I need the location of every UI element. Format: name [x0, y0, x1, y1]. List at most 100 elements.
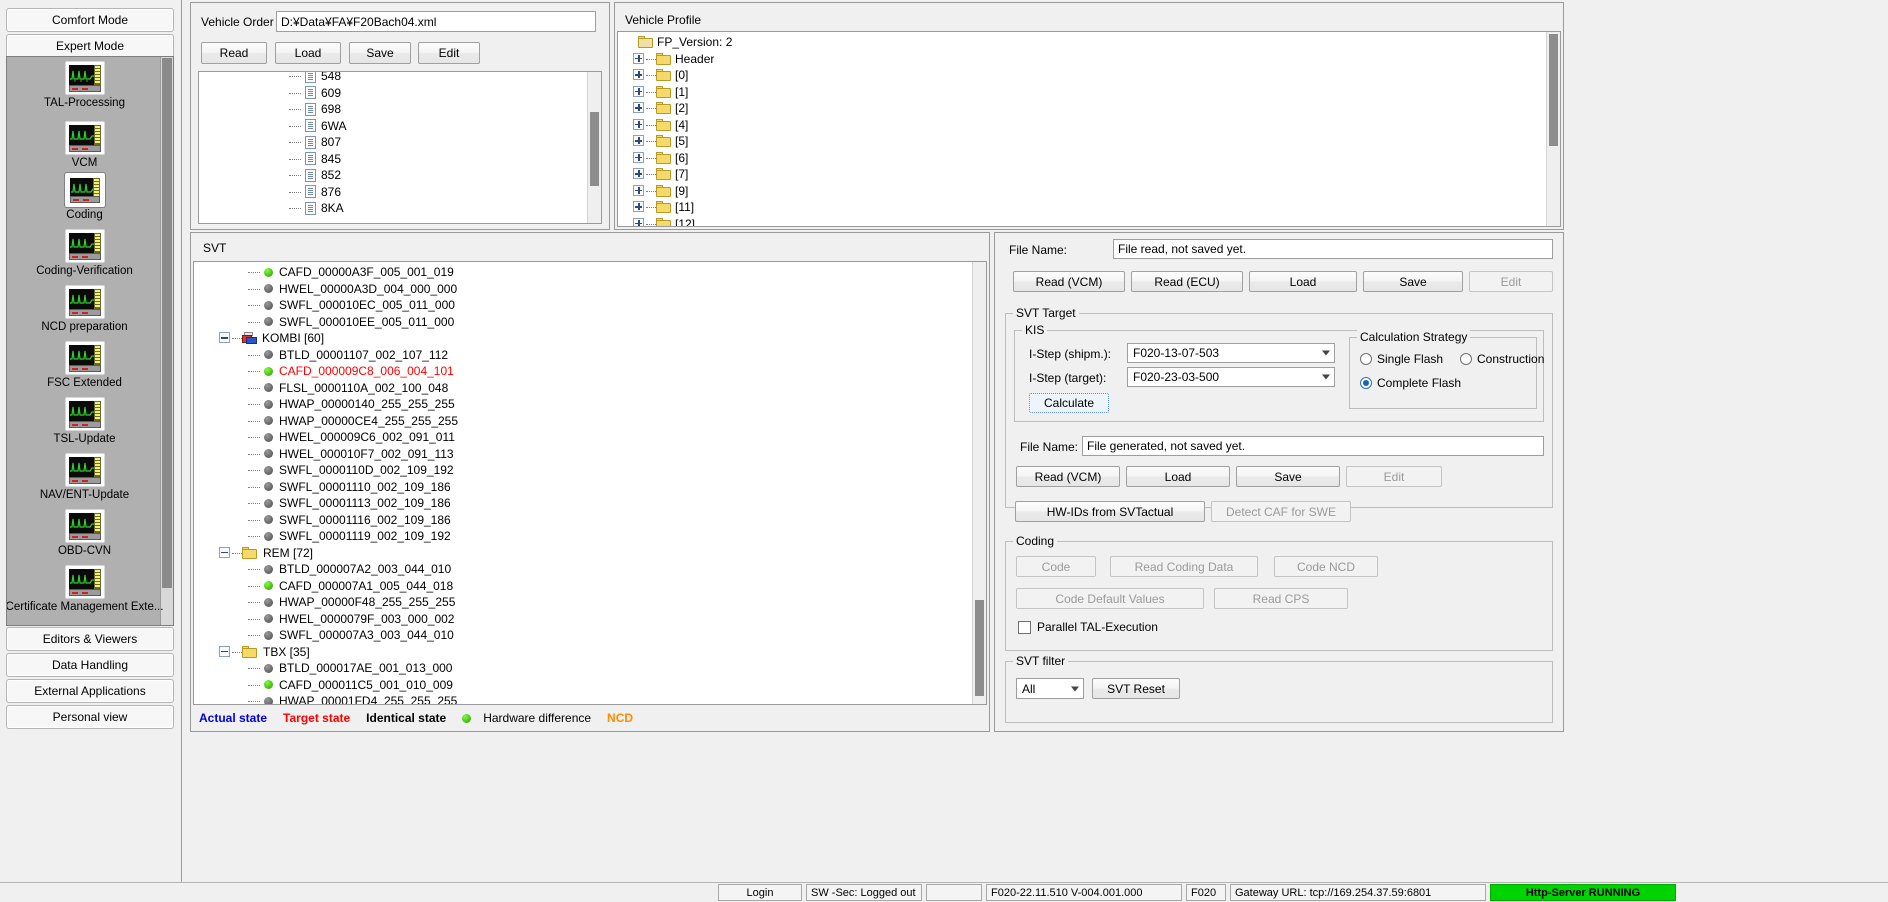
svt-tree-row[interactable]: KOMBI [60] — [218, 330, 458, 347]
svt-tree-row[interactable]: SWFL_00001116_002_109_186 — [218, 512, 458, 529]
svt-tree-row[interactable]: HWAP_00000F48_255_255_255 — [218, 594, 458, 611]
svt-tree-row[interactable]: TBX [35] — [218, 644, 458, 661]
vehicle-order-item[interactable]: 548 — [289, 72, 347, 85]
sidebar-footer-data-handling[interactable]: Data Handling — [6, 653, 174, 677]
svt-tree-row[interactable]: SWFL_00001119_002_109_192 — [218, 528, 458, 545]
svt-tree-row[interactable]: BTLD_000017AE_001_013_000 — [218, 660, 458, 677]
save-button-2[interactable]: Save — [1236, 466, 1340, 487]
istep-target-select[interactable]: F020-23-03-500 — [1127, 367, 1335, 387]
expand-toggle[interactable] — [632, 150, 646, 166]
radio-complete-flash[interactable]: Complete Flash — [1360, 376, 1461, 390]
sidebar-item-obd-cvn[interactable]: OBD-CVN — [7, 509, 162, 557]
sidebar-item-nav-ent-update[interactable]: NAV/ENT-Update — [7, 453, 162, 501]
edit-button-top[interactable]: Edit — [1469, 271, 1553, 292]
vehicle-profile-node[interactable]: [12] — [624, 216, 732, 226]
status-login[interactable]: Login — [718, 884, 802, 901]
svt-tree-row[interactable]: HWAP_00000140_255_255_255 — [218, 396, 458, 413]
vehicle-profile-node[interactable]: [1] — [624, 84, 732, 101]
svt-tree-row[interactable]: BTLD_000007A2_003_044_010 — [218, 561, 458, 578]
vehicle-profile-node[interactable]: [11] — [624, 199, 732, 216]
vehicle-profile-node[interactable]: Header — [624, 51, 732, 68]
expand-toggle[interactable] — [632, 100, 646, 116]
vehicle-profile-node[interactable]: [7] — [624, 166, 732, 183]
svt-tree-row[interactable]: HWAP_00001FD4_255_255_255 — [218, 693, 458, 704]
istep-shipm-select[interactable]: F020-13-07-503 — [1127, 343, 1335, 363]
code-default-values-button[interactable]: Code Default Values — [1016, 588, 1204, 609]
vehicle-order-item[interactable]: 6WA — [289, 118, 347, 135]
calculate-button[interactable]: Calculate — [1029, 393, 1109, 413]
svt-filter-select[interactable]: All — [1016, 678, 1084, 699]
sidebar-mode-comfort[interactable]: Comfort Mode — [6, 8, 174, 32]
sidebar-item-tsl-update[interactable]: TSL-Update — [7, 397, 162, 445]
vehicle-order-item[interactable]: 807 — [289, 134, 347, 151]
svt-tree-row[interactable]: BTLD_00001107_002_107_112 — [218, 347, 458, 364]
sidebar-footer-personal-view[interactable]: Personal view — [6, 705, 174, 729]
sidebar-mode-expert[interactable]: Expert Mode — [6, 34, 174, 58]
vehicle-profile-node[interactable]: [4] — [624, 117, 732, 134]
read-vcm-button-2[interactable]: Read (VCM) — [1016, 466, 1120, 487]
vehicle-order-path-input[interactable]: D:¥Data¥FA¥F20Bach04.xml — [276, 11, 596, 32]
sidebar-item-coding[interactable]: Coding — [7, 173, 162, 221]
sidebar-icon-list[interactable]: TAL-Processing VCM Coding Coding-Verific… — [6, 56, 174, 626]
svt-tree-row[interactable]: SWFL_00001110_002_109_186 — [218, 479, 458, 496]
read-cps-button[interactable]: Read CPS — [1214, 588, 1348, 609]
load-button-top[interactable]: Load — [1249, 271, 1357, 292]
vehicle-profile-node[interactable]: [9] — [624, 183, 732, 200]
vehicle-order-scrollbar[interactable] — [587, 72, 601, 223]
expand-toggle[interactable] — [632, 216, 646, 226]
sidebar-footer-external-applications[interactable]: External Applications — [6, 679, 174, 703]
sidebar-item-tal-processing[interactable]: TAL-Processing — [7, 61, 162, 109]
vehicle-order-list[interactable]: 548 609 698 6WA 807 845 852 876 8KA — [198, 71, 602, 224]
read-coding-data-button[interactable]: Read Coding Data — [1110, 556, 1258, 577]
vehicle-order-load-button[interactable]: Load — [275, 42, 341, 64]
detect-caf-for-swe-button[interactable]: Detect CAF for SWE — [1211, 501, 1351, 522]
expand-toggle[interactable] — [632, 84, 646, 100]
sidebar-item-ncd-preparation[interactable]: NCD preparation — [7, 285, 162, 333]
svt-tree-row[interactable]: SWFL_000010EC_005_011_000 — [218, 297, 458, 314]
expand-toggle[interactable] — [632, 133, 646, 149]
load-button-2[interactable]: Load — [1126, 466, 1230, 487]
expand-toggle[interactable] — [632, 117, 646, 133]
svt-tree-row[interactable]: CAFD_00000A3F_005_001_019 — [218, 264, 458, 281]
vehicle-order-read-button[interactable]: Read — [201, 42, 267, 64]
vehicle-order-save-button[interactable]: Save — [349, 42, 411, 64]
svt-tree-row[interactable]: SWFL_00001113_002_109_186 — [218, 495, 458, 512]
svt-tree-row[interactable]: HWEL_000009C6_002_091_011 — [218, 429, 458, 446]
collapse-toggle[interactable] — [218, 644, 232, 660]
sidebar-item-coding-verification[interactable]: Coding-Verification — [7, 229, 162, 277]
sidebar-item-certificate-management[interactable]: Certificate Management Exte... — [7, 565, 166, 613]
vehicle-profile-root[interactable]: FP_Version: 2 — [624, 34, 732, 51]
expand-toggle[interactable] — [632, 199, 646, 215]
svt-tree-row[interactable]: SWFL_000007A3_003_044_010 — [218, 627, 458, 644]
vehicle-order-edit-button[interactable]: Edit — [418, 42, 480, 64]
svt-tree-row[interactable]: CAFD_000009C8_006_004_101 — [218, 363, 458, 380]
file-name-input[interactable]: File read, not saved yet. — [1113, 239, 1553, 259]
code-button[interactable]: Code — [1016, 556, 1096, 577]
sidebar-item-fsc-extended[interactable]: FSC Extended — [7, 341, 162, 389]
collapse-toggle[interactable] — [218, 330, 232, 346]
vehicle-order-item[interactable]: 609 — [289, 85, 347, 102]
svt-tree-row[interactable]: CAFD_000007A1_005_044_018 — [218, 578, 458, 595]
file-name2-input[interactable]: File generated, not saved yet. — [1082, 436, 1544, 456]
vehicle-profile-tree[interactable]: FP_Version: 2 Header [0] [1] [2] [4] [5] [6] [7]… — [617, 31, 1561, 227]
vehicle-order-item[interactable]: 845 — [289, 151, 347, 168]
radio-construction[interactable]: Construction — [1460, 352, 1544, 366]
svt-tree-row[interactable]: CAFD_000011C5_001_010_009 — [218, 677, 458, 694]
svt-tree-row[interactable]: HWEL_00000A3D_004_000_000 — [218, 281, 458, 298]
svt-scrollbar[interactable] — [972, 262, 986, 704]
vehicle-profile-node[interactable]: [2] — [624, 100, 732, 117]
save-button-top[interactable]: Save — [1363, 271, 1463, 292]
vehicle-profile-scrollbar-thumb[interactable] — [1549, 34, 1558, 146]
svt-tree[interactable]: CAFD_00000A3F_005_001_019 HWEL_00000A3D_0… — [193, 261, 987, 705]
svt-tree-row[interactable]: SWFL_000010EE_005_011_000 — [218, 314, 458, 331]
read-vcm-button[interactable]: Read (VCM) — [1013, 271, 1125, 292]
parallel-tal-execution-checkbox[interactable]: Parallel TAL-Execution — [1018, 620, 1158, 634]
vehicle-profile-scrollbar[interactable] — [1546, 32, 1560, 226]
vehicle-profile-node[interactable]: [5] — [624, 133, 732, 150]
sidebar-scrollbar-thumb[interactable] — [162, 58, 172, 588]
svt-tree-row[interactable]: REM [72] — [218, 545, 458, 562]
vehicle-order-item[interactable]: 698 — [289, 101, 347, 118]
svt-reset-button[interactable]: SVT Reset — [1092, 678, 1180, 699]
expand-toggle[interactable] — [632, 183, 646, 199]
read-ecu-button[interactable]: Read (ECU) — [1131, 271, 1243, 292]
